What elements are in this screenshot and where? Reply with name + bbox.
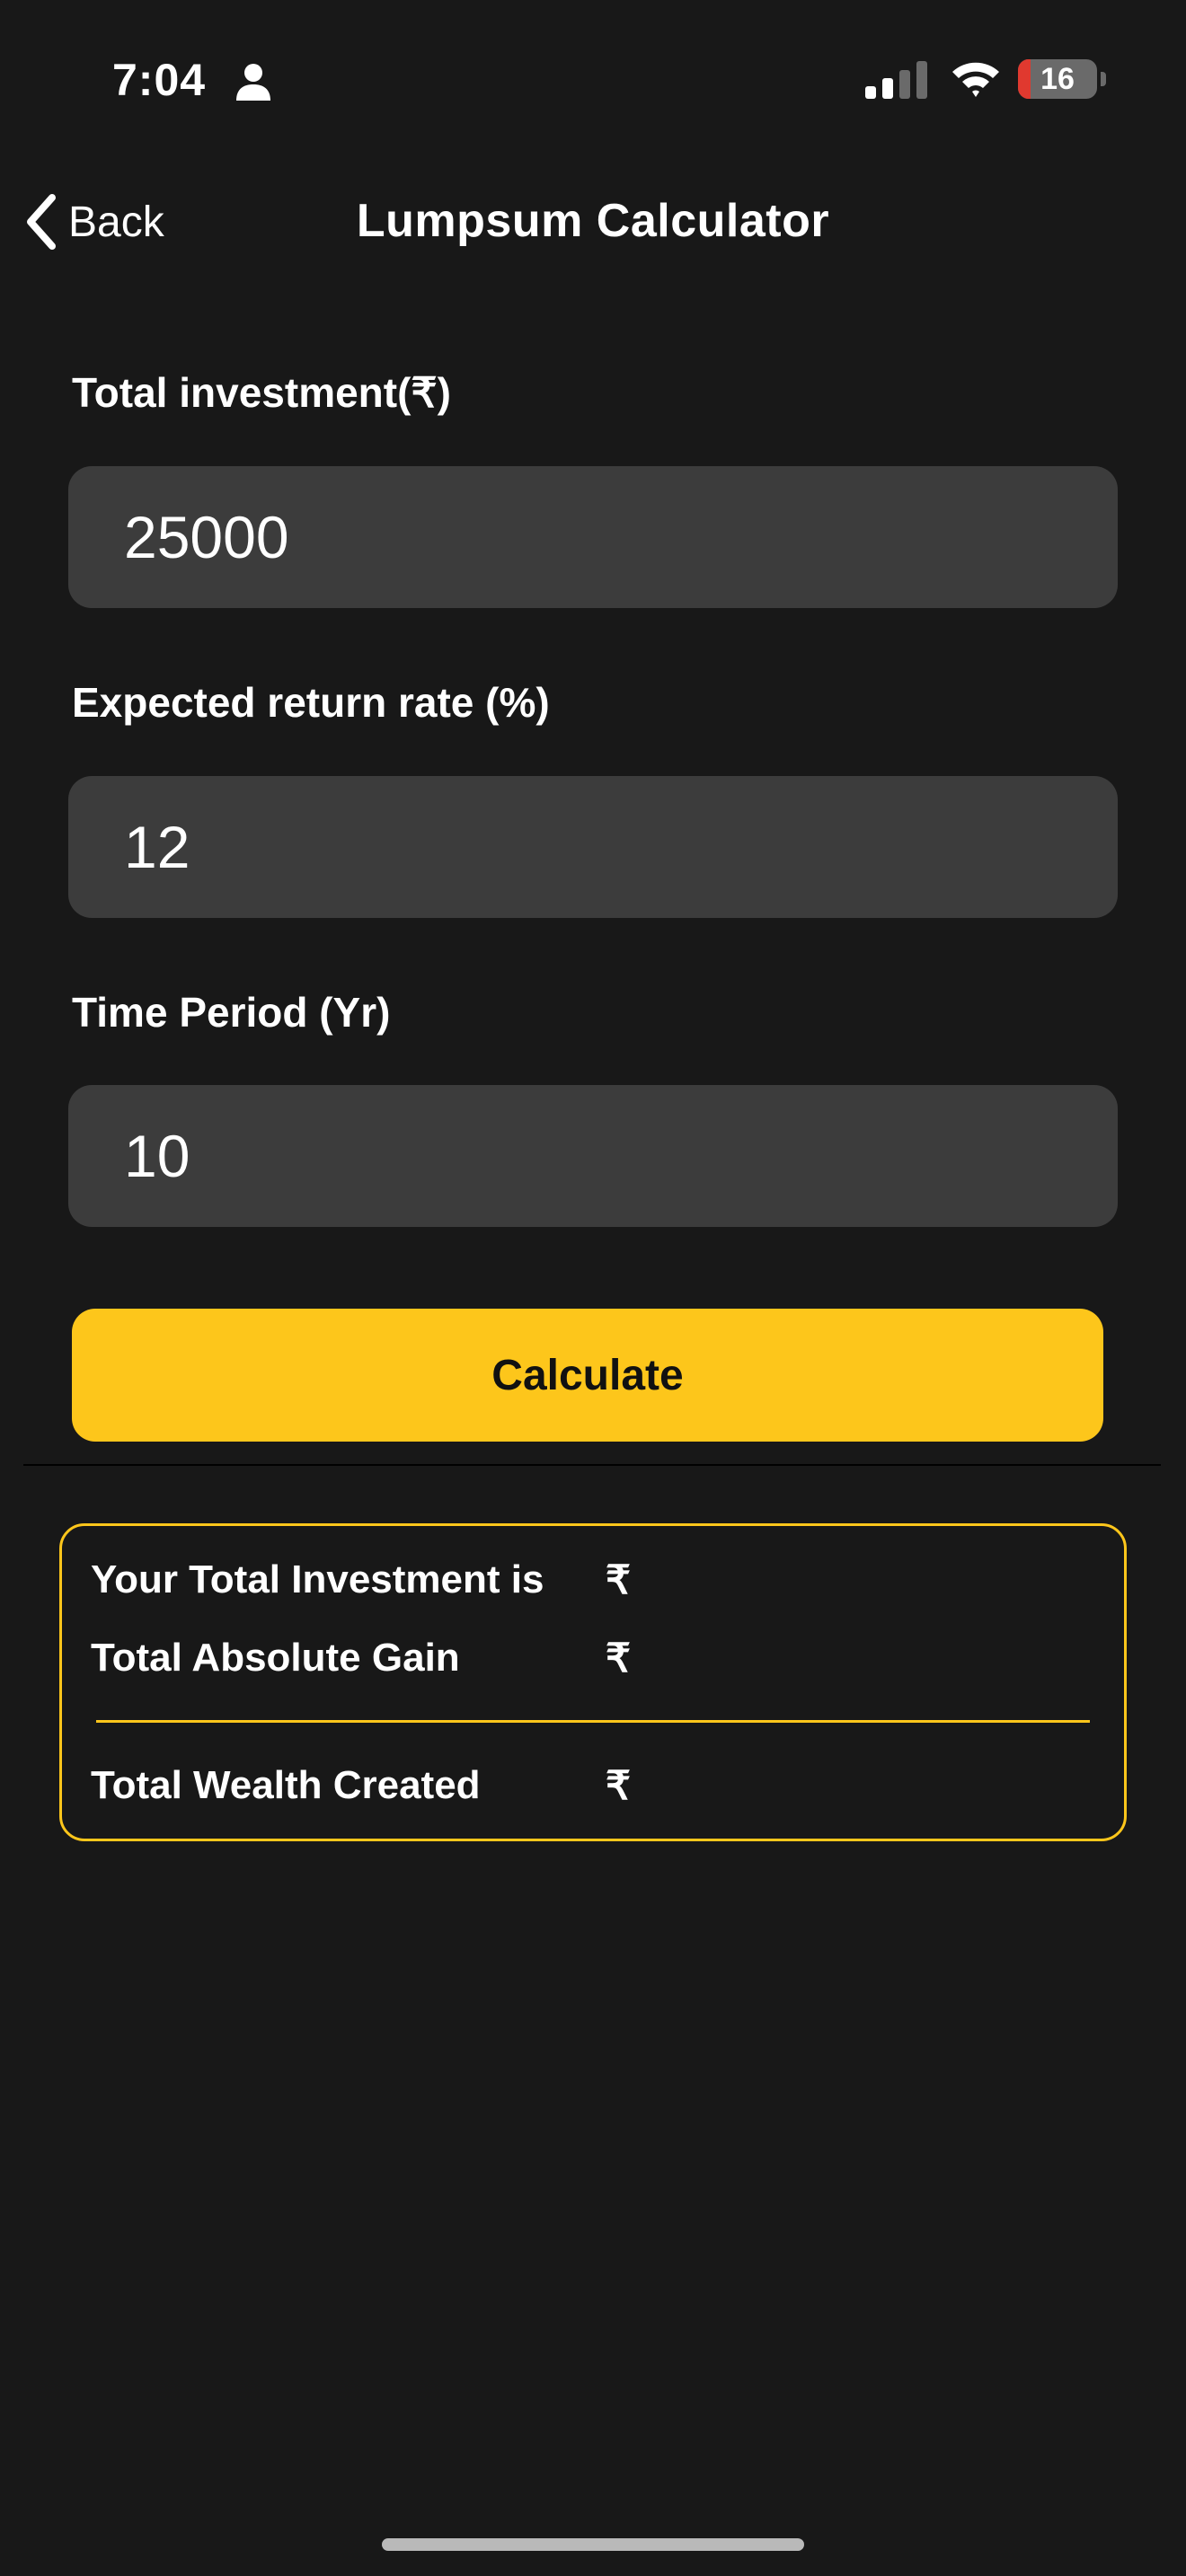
time-period-label: Time Period (Yr)	[72, 989, 391, 1036]
page-title: Lumpsum Calculator	[356, 195, 830, 247]
total-investment-label: Your Total Investment is	[91, 1557, 544, 1601]
result-divider	[96, 1720, 1090, 1723]
absolute-gain-label: Total Absolute Gain	[91, 1636, 460, 1680]
cellular-signal-icon	[865, 61, 927, 99]
person-icon	[236, 64, 270, 101]
time-period-input[interactable]	[68, 1085, 1118, 1227]
wealth-created-value: ₹	[606, 1764, 631, 1808]
signal-bar	[916, 61, 927, 99]
home-indicator[interactable]	[382, 2538, 804, 2551]
battery-tip	[1101, 72, 1106, 86]
signal-bar	[899, 70, 910, 99]
battery-level: 16	[1040, 62, 1075, 96]
calculate-button[interactable]: Calculate	[72, 1309, 1103, 1442]
absolute-gain-value: ₹	[606, 1636, 631, 1681]
wealth-created-label: Total Wealth Created	[91, 1763, 481, 1807]
status-time: 7:04	[112, 55, 207, 105]
total-investment-value: ₹	[606, 1558, 631, 1602]
return-rate-input[interactable]	[68, 776, 1118, 918]
battery-icon: 16	[1018, 59, 1108, 99]
investment-label: Total investment(₹)	[72, 369, 451, 416]
signal-bar	[882, 78, 893, 99]
section-divider	[23, 1464, 1161, 1466]
wifi-icon	[952, 62, 999, 97]
result-card: Your Total Investment is ₹ Total Absolut…	[59, 1523, 1127, 1841]
investment-input[interactable]	[68, 466, 1118, 608]
return-rate-label: Expected return rate (%)	[72, 679, 550, 726]
signal-bar	[865, 86, 876, 99]
